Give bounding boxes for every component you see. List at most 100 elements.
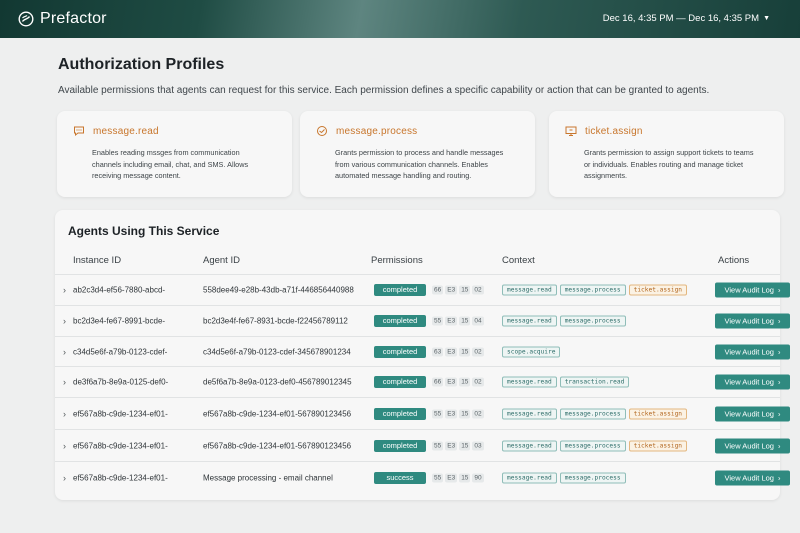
permission-name: message.read <box>93 125 159 137</box>
context-tag: message.read <box>502 284 557 296</box>
agent-id: ef567a8b-c9de-1234-ef01-567890123456 <box>203 441 352 450</box>
agents-panel: Agents Using This Service Instance ID Ag… <box>55 210 790 500</box>
prefactor-logo-icon <box>18 11 34 27</box>
agent-id: 558dee49-e28b-43db-a71f-446856440988 <box>203 285 354 295</box>
permission-code: 15 <box>459 377 471 387</box>
context-tag: message.process <box>559 440 626 451</box>
agent-id: Message processing - email channel <box>203 473 333 482</box>
permission-codes: 63 E3 15 02 <box>432 347 484 356</box>
instance-id: ef567a8b-c9de-1234-ef01- <box>73 441 168 450</box>
context-tags: scope.acquire <box>502 346 561 357</box>
view-audit-log-button[interactable]: View Audit Log › <box>715 344 790 359</box>
page-subtitle: Available permissions that agents can re… <box>58 85 710 96</box>
app-name: Prefactor <box>40 10 107 27</box>
chevron-right-icon: › <box>777 377 781 387</box>
permission-code: 02 <box>472 377 484 387</box>
chevron-right-icon[interactable]: › <box>63 377 66 387</box>
permission-code: 15 <box>459 473 471 482</box>
instance-id: ab2c3d4-ef56-7880-abcd- <box>73 285 166 295</box>
table-row[interactable]: › de3f6a7b-8e9a-0125-def0- de5f6a7b-8e9a-0… <box>55 366 790 397</box>
chevron-right-icon[interactable]: › <box>63 441 66 451</box>
permission-card-message-read: message.read Enables reading mssges from… <box>57 111 292 197</box>
chevron-right-icon: › <box>777 347 781 356</box>
permission-code: 15 <box>459 316 471 326</box>
permission-codes: 55 E3 15 03 <box>432 441 484 450</box>
context-tags: message.read message.process ticket.assign <box>502 408 688 419</box>
view-audit-log-label: View Audit Log <box>724 285 774 295</box>
date-range-picker[interactable]: Dec 16, 4:35 PM — Dec 16, 4:35 PM ▼ <box>603 13 770 24</box>
view-audit-log-button[interactable]: View Audit Log › <box>715 470 790 485</box>
status-badge: success <box>374 471 426 484</box>
instance-id: bc2d3e4-fe67-8991-bcde- <box>73 316 166 326</box>
permission-code: 55 <box>432 316 444 326</box>
chevron-right-icon: › <box>777 441 781 450</box>
permission-code: 66 <box>432 285 444 295</box>
table-row[interactable]: › ef567a8b-c9de-1234-ef01- Message process… <box>55 461 790 493</box>
agent-id: ef567a8b-c9de-1234-ef01-567890123456 <box>203 409 352 418</box>
view-audit-log-button[interactable]: View Audit Log › <box>715 438 790 453</box>
context-tag: scope.acquire <box>502 346 561 357</box>
table-row[interactable]: › c34d5e6f-a79b-0123-cdef-c34d5e6f-a79b-0… <box>55 336 790 366</box>
permission-code: 15 <box>459 409 471 418</box>
view-audit-log-button[interactable]: View Audit Log › <box>715 282 790 298</box>
status-badge: completed <box>374 407 426 420</box>
context-tags: message.read transaction.read <box>502 376 630 388</box>
context-tag: ticket.assign <box>628 408 688 419</box>
process-icon <box>317 126 327 136</box>
permission-code: 15 <box>459 441 471 450</box>
agent-id: bc2d3e4f-fe67-8931-bcde-f22456789112 <box>203 316 348 326</box>
column-header-actions: Actions <box>718 255 750 266</box>
ticket-icon <box>565 126 577 136</box>
top-bar: Prefactor Dec 16, 4:35 PM — Dec 16, 4:35… <box>0 0 800 38</box>
agent-id: de5f6a7b-8e9a-0123-def0-456789012345 <box>203 377 352 387</box>
view-audit-log-button[interactable]: View Audit Log › <box>715 313 790 329</box>
context-tags: message.read message.process <box>502 472 626 483</box>
chevron-right-icon: › <box>777 316 781 326</box>
context-tag: message.read <box>502 376 557 388</box>
permission-card-message-process: message.process Grants permission to pro… <box>300 111 535 197</box>
permission-code: 15 <box>459 285 471 295</box>
table-row[interactable]: › ef567a8b-c9de-1234-ef01- ef567a8b-c9de-1… <box>55 429 790 461</box>
view-audit-log-button[interactable]: View Audit Log › <box>715 406 790 421</box>
chevron-right-icon[interactable]: › <box>63 285 66 295</box>
chevron-right-icon[interactable]: › <box>63 473 66 483</box>
status-badge: completed <box>374 284 426 296</box>
view-audit-log-label: View Audit Log <box>724 409 774 418</box>
permission-code: E3 <box>445 473 458 482</box>
view-audit-log-label: View Audit Log <box>724 441 774 450</box>
permission-code: 15 <box>459 347 471 356</box>
context-tag: ticket.assign <box>628 284 688 296</box>
permission-card-ticket-assign: ticket.assign Grants permission to assig… <box>549 111 784 197</box>
permission-code: 03 <box>472 441 484 450</box>
chevron-right-icon[interactable]: › <box>63 316 66 326</box>
table-row[interactable]: › ef567a8b-c9de-1234-ef01- ef567a8b-c9de-1… <box>55 397 790 429</box>
permission-description: Grants permission to process and handle … <box>335 148 504 180</box>
permission-codes: 55 E3 15 04 <box>432 316 484 326</box>
permission-code: E3 <box>445 377 458 387</box>
view-audit-log-button[interactable]: View Audit Log › <box>715 374 790 390</box>
instance-id: ef567a8b-c9de-1234-ef01- <box>73 409 168 418</box>
context-tag: message.process <box>559 284 626 296</box>
context-tag: message.read <box>502 408 557 419</box>
chevron-right-icon: › <box>777 285 781 295</box>
brand[interactable]: Prefactor <box>18 10 107 28</box>
section-title: Agents Using This Service <box>68 224 220 238</box>
chevron-right-icon[interactable]: › <box>63 347 66 357</box>
instance-id: de3f6a7b-8e9a-0125-def0- <box>73 377 169 387</box>
context-tag: message.read <box>502 315 557 327</box>
view-audit-log-label: View Audit Log <box>724 377 774 387</box>
context-tags: message.read message.process ticket.assign <box>502 440 688 451</box>
table-row[interactable]: › bc2d3e4-fe67-8991-bcde-bc2d3e4f-fe67-89… <box>55 305 790 336</box>
status-badge: completed <box>374 315 426 327</box>
context-tag: message.read <box>502 440 557 451</box>
permission-codes: 55 E3 15 02 <box>432 409 484 418</box>
chevron-right-icon[interactable]: › <box>63 409 66 419</box>
permission-code: 55 <box>432 409 444 418</box>
permission-code: E3 <box>445 441 458 450</box>
permission-code: E3 <box>445 347 458 356</box>
chevron-down-icon: ▼ <box>763 15 770 22</box>
table-row[interactable]: › ab2c3d4-ef56-7880-abcd- 558dee49-e28b-43… <box>55 274 790 305</box>
status-badge: completed <box>374 376 426 388</box>
permission-name: ticket.assign <box>585 125 643 137</box>
instance-id: ef567a8b-c9de-1234-ef01- <box>73 473 168 482</box>
